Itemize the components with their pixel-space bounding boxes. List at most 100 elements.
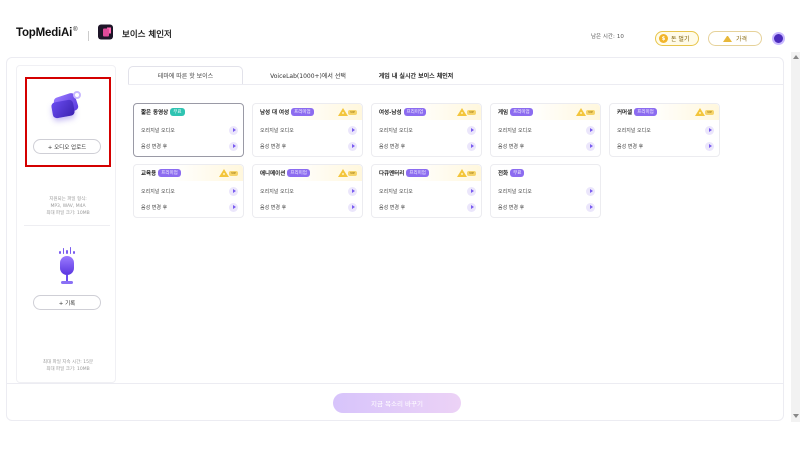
- voice-card-title: 전화 무료: [498, 169, 525, 177]
- changed-audio-row-label: 음성 변경 후: [498, 143, 525, 150]
- voice-card-title: 커머셜 프리미엄: [617, 108, 657, 116]
- changed-audio-row-label: 음성 변경 후: [379, 204, 406, 211]
- changed-audio-row: 음성 변경 후: [379, 141, 476, 151]
- play-icon[interactable]: [229, 202, 238, 212]
- supported-formats-note: 지원되는 파일 형식: MP3, WAV, M4A 최대 파일 크기: 10MB: [46, 197, 90, 216]
- changed-audio-row: 음성 변경 후: [260, 202, 357, 212]
- coin-icon: $: [659, 34, 668, 43]
- changed-audio-row: 음성 변경 후: [260, 141, 357, 151]
- original-audio-row: 오리지널 오디오: [379, 125, 476, 135]
- user-avatar[interactable]: [772, 32, 785, 45]
- voice-card[interactable]: 전화 무료오리지널 오디오음성 변경 후: [490, 164, 601, 218]
- original-audio-row: 오리지널 오디오: [498, 186, 595, 196]
- original-audio-row: 오리지널 오디오: [260, 125, 357, 135]
- play-icon[interactable]: [348, 125, 357, 135]
- original-audio-row: 오리지널 오디오: [260, 186, 357, 196]
- changed-audio-row-label: 음성 변경 후: [141, 204, 168, 211]
- play-icon[interactable]: [348, 141, 357, 151]
- record-limit-note: 최대 파일 지속 시간: 15분 최대 파일 크기: 10MB: [42, 360, 94, 372]
- play-icon[interactable]: [705, 125, 714, 135]
- changed-audio-row-label: 음성 변경 후: [260, 143, 287, 150]
- play-icon[interactable]: [586, 141, 595, 151]
- footer-divider: [6, 383, 784, 384]
- tab-voicelab[interactable]: VoiceLab(1000+)에서 선택: [258, 66, 358, 84]
- voice-card[interactable]: 남성 대 여성 프리미엄 VIP 오리지널 오디오음성 변경 후: [252, 103, 363, 157]
- play-icon[interactable]: [467, 141, 476, 151]
- highlight-annotation: [25, 77, 111, 167]
- voice-card[interactable]: 짧은 동영상 무료오리지널 오디오음성 변경 후: [133, 103, 244, 157]
- original-audio-row-label: 오리지널 오디오: [260, 127, 294, 134]
- changed-audio-row: 음성 변경 후: [498, 141, 595, 151]
- scroll-down-arrow-icon[interactable]: [793, 414, 799, 418]
- changed-audio-row: 음성 변경 후: [141, 202, 238, 212]
- voice-card-title: 여성-남성 프리미엄: [379, 108, 427, 116]
- play-icon[interactable]: [229, 186, 238, 196]
- original-audio-row-label: 오리지널 오디오: [617, 127, 651, 134]
- logo: TopMediAi®: [16, 27, 78, 39]
- play-icon[interactable]: [705, 141, 714, 151]
- original-audio-row: 오리지널 오디오: [498, 125, 595, 135]
- tab-divider: [128, 84, 783, 85]
- microphone-icon: [54, 247, 80, 287]
- premium-crown-icon: VIP: [336, 107, 358, 116]
- premium-crown-icon: VIP: [455, 107, 477, 116]
- changed-audio-row-label: 음성 변경 후: [141, 143, 168, 150]
- voice-card-title: 남성 대 여성 프리미엄: [260, 108, 314, 116]
- record-button[interactable]: + 기록: [33, 295, 101, 310]
- voice-card[interactable]: 게임 프리미엄 VIP 오리지널 오디오 음성 변경 후: [490, 103, 601, 157]
- changed-audio-row: 음성 변경 후: [617, 141, 714, 151]
- voice-card-tag: 프리미엄: [510, 108, 533, 116]
- voice-card-tag: 프리미엄: [158, 169, 181, 177]
- play-icon[interactable]: [467, 202, 476, 212]
- original-audio-row-label: 오리지널 오디오: [379, 188, 413, 195]
- voice-card-title: 게임 프리미엄: [498, 108, 533, 116]
- change-voice-now-button[interactable]: 지금 목소리 바꾸기: [333, 393, 461, 413]
- premium-crown-icon: VIP: [455, 168, 477, 177]
- voice-card-tag: 프리미엄: [406, 169, 429, 177]
- play-icon[interactable]: [586, 186, 595, 196]
- changed-audio-row-label: 음성 변경 후: [617, 143, 644, 150]
- voice-card[interactable]: 애니메이션 프리미엄 VIP 오리지널 오디오음성 변경 후: [252, 164, 363, 218]
- voice-card-tag: 프리미엄: [634, 108, 657, 116]
- play-icon[interactable]: [229, 125, 238, 135]
- voice-card[interactable]: 다큐멘터리 프리미엄 VIP 오리지널 오디오 음성 변경 후: [371, 164, 482, 218]
- premium-crown-icon: VIP: [336, 168, 358, 177]
- voice-card-title: 짧은 동영상 무료: [141, 108, 185, 116]
- original-audio-row: 오리지널 오디오: [141, 186, 238, 196]
- play-icon[interactable]: [467, 125, 476, 135]
- changed-audio-row: 음성 변경 후: [379, 202, 476, 212]
- voice-card-tag: 무료: [170, 108, 185, 116]
- original-audio-row-label: 오리지널 오디오: [141, 188, 175, 195]
- voice-card-tag: 프리미엄: [403, 108, 427, 116]
- voice-card[interactable]: 커머셜 프리미엄 VIP 오리지널 오디오 음성 변경 후: [609, 103, 720, 157]
- voice-card[interactable]: 여성-남성 프리미엄 VIP 오리지널 오디오음성 변경 후: [371, 103, 482, 157]
- changed-audio-row: 음성 변경 후: [141, 141, 238, 151]
- voice-card-title: 애니메이션 프리미엄: [260, 169, 310, 177]
- tab-realtime-game[interactable]: 게임 내 실시간 보이스 체인저: [361, 66, 471, 84]
- app-header: TopMediAi® 보이스 체인저 남은 시간: 10 $ 돈 벌기 가격: [0, 0, 800, 52]
- app-title: 보이스 체인저: [122, 30, 172, 40]
- play-icon[interactable]: [586, 202, 595, 212]
- voice-card-tag: 프리미엄: [291, 108, 314, 116]
- scrollbar[interactable]: [791, 52, 800, 422]
- voice-card[interactable]: 교육용 프리미엄 VIP 오리지널 오디오 음성 변경 후: [133, 164, 244, 218]
- pricing-button[interactable]: 가격: [708, 31, 762, 46]
- changed-audio-row-label: 음성 변경 후: [498, 204, 525, 211]
- original-audio-row: 오리지널 오디오: [141, 125, 238, 135]
- play-icon[interactable]: [586, 125, 595, 135]
- original-audio-row-label: 오리지널 오디오: [498, 127, 532, 134]
- original-audio-row-label: 오리지널 오디오: [260, 188, 294, 195]
- scroll-up-arrow-icon[interactable]: [793, 55, 799, 59]
- tab-hot-voices[interactable]: 테마에 따른 핫 보이스: [128, 66, 243, 84]
- play-icon[interactable]: [348, 186, 357, 196]
- earn-button[interactable]: $ 돈 벌기: [655, 31, 699, 46]
- voice-card-tag: 프리미엄: [287, 169, 310, 177]
- play-icon[interactable]: [467, 186, 476, 196]
- original-audio-row-label: 오리지널 오디오: [379, 127, 413, 134]
- premium-crown-icon: VIP: [217, 168, 239, 177]
- header-divider: [88, 31, 89, 41]
- play-icon[interactable]: [229, 141, 238, 151]
- play-icon[interactable]: [348, 202, 357, 212]
- crown-icon: [722, 35, 732, 42]
- sidebar-divider: [24, 225, 110, 226]
